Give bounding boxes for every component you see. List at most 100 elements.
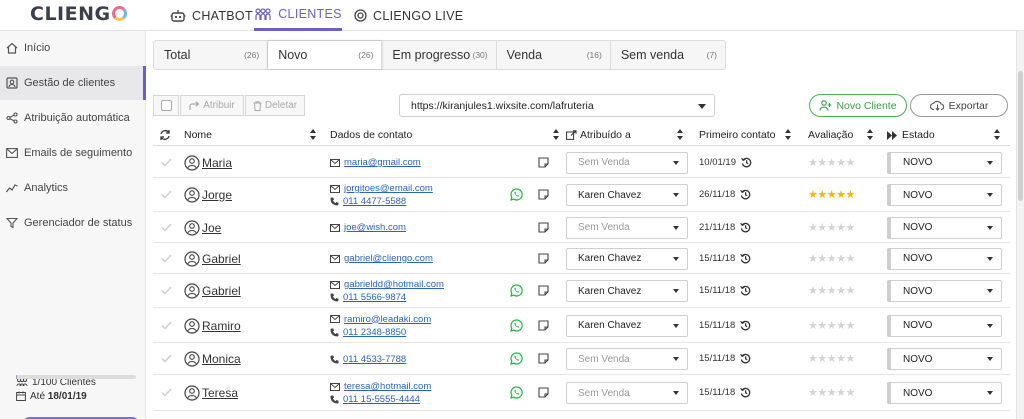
history-icon[interactable] xyxy=(741,157,752,168)
tab-em-progresso[interactable]: Em progresso (30) xyxy=(382,41,497,69)
tab-venda[interactable]: Venda (16) xyxy=(497,41,611,69)
star-icon[interactable]: ★ xyxy=(817,252,827,265)
select-all-checkbox[interactable] xyxy=(153,95,179,116)
star-icon[interactable]: ★ xyxy=(827,221,837,234)
star-icon[interactable]: ★ xyxy=(846,284,856,297)
star-icon[interactable]: ★ xyxy=(808,284,818,297)
email-line[interactable]: ramiro@leadaki.com xyxy=(330,313,431,326)
star-icon[interactable]: ★ xyxy=(846,252,856,265)
star-icon[interactable]: ★ xyxy=(808,319,818,332)
status-select[interactable]: NOVO xyxy=(887,280,1002,302)
phone-line[interactable]: 011 5566-9874 xyxy=(330,291,406,304)
star-icon[interactable]: ★ xyxy=(827,352,837,365)
client-name-link[interactable]: Jorge xyxy=(184,187,232,203)
scrollbar[interactable] xyxy=(1016,31,1024,419)
row-checkbox[interactable] xyxy=(161,157,172,167)
note-button[interactable] xyxy=(538,285,549,296)
note-icon[interactable] xyxy=(538,221,549,233)
star-icon[interactable]: ★ xyxy=(846,188,856,201)
phone-line[interactable]: 011 4533-7788 xyxy=(330,353,406,366)
star-icon[interactable]: ★ xyxy=(808,386,818,399)
nav-chatbot[interactable]: CHATBOT xyxy=(170,0,253,31)
history-icon[interactable] xyxy=(740,320,751,331)
whatsapp-icon[interactable] xyxy=(510,284,523,297)
rating-stars[interactable]: ★ ★ ★ ★ ★ xyxy=(808,221,855,234)
star-icon[interactable]: ★ xyxy=(817,352,827,365)
phone-line[interactable]: 011 4477-5588 xyxy=(330,195,406,208)
whatsapp-button[interactable] xyxy=(510,352,523,365)
star-icon[interactable]: ★ xyxy=(817,386,827,399)
table-row[interactable]: Teresa teresa@hotmail.com 011 15-5555-4444… xyxy=(153,375,1010,411)
rating-stars[interactable]: ★ ★ ★ ★ ★ xyxy=(808,284,855,297)
note-button[interactable] xyxy=(538,221,549,233)
status-select[interactable]: NOVO xyxy=(887,314,1002,337)
history-icon[interactable] xyxy=(740,353,751,364)
note-icon[interactable] xyxy=(538,387,549,398)
note-icon[interactable] xyxy=(538,252,549,264)
star-icon[interactable]: ★ xyxy=(836,156,846,169)
delete-button[interactable]: Deletar xyxy=(245,95,305,116)
sidebar-item-gestao-clientes[interactable]: Gestão de clientes xyxy=(0,66,146,100)
scrollbar-thumb[interactable] xyxy=(1018,71,1023,201)
header-status[interactable]: Estado xyxy=(887,124,935,146)
note-button[interactable] xyxy=(538,156,549,168)
status-select[interactable]: NOVO xyxy=(887,151,1002,174)
client-name-link[interactable]: Teresa xyxy=(184,385,238,401)
history-icon[interactable] xyxy=(740,285,751,296)
star-icon[interactable]: ★ xyxy=(808,156,818,169)
note-icon[interactable] xyxy=(538,353,549,364)
table-row[interactable]: Monica 011 4533-7788 Sem Venda 15/11/18 ★ ★ ★ ★… xyxy=(153,343,1010,375)
star-icon[interactable]: ★ xyxy=(827,156,837,169)
header-assigned[interactable]: Atribuído a xyxy=(566,124,631,146)
row-checkbox[interactable] xyxy=(161,190,172,199)
star-icon[interactable]: ★ xyxy=(836,319,846,332)
history-icon[interactable] xyxy=(740,189,751,200)
star-icon[interactable]: ★ xyxy=(846,156,856,169)
table-row[interactable]: Maria maria@gmail.com Sem Venda 10/01/19 ★ ★ ★… xyxy=(153,147,1010,178)
email-line[interactable]: gabriel@cliengo.com xyxy=(330,252,433,265)
row-checkbox[interactable] xyxy=(161,286,172,295)
sort-icon[interactable] xyxy=(867,129,873,140)
header-name[interactable]: Nome xyxy=(184,124,212,146)
assigned-select[interactable]: Sem Venda xyxy=(566,382,688,404)
sidebar-item-gerenciador-status[interactable]: Gerenciador de status xyxy=(0,206,146,240)
whatsapp-button[interactable] xyxy=(510,318,523,332)
note-icon[interactable] xyxy=(538,319,549,331)
history-icon[interactable] xyxy=(740,253,751,264)
whatsapp-button[interactable] xyxy=(510,386,523,399)
rating-stars[interactable]: ★ ★ ★ ★ ★ xyxy=(808,386,855,399)
star-icon[interactable]: ★ xyxy=(846,352,856,365)
table-row[interactable]: Gabriel gabrieldd@hotmail.com 011 5566-987… xyxy=(153,274,1010,308)
star-icon[interactable]: ★ xyxy=(836,352,846,365)
assigned-select[interactable]: Karen Chavez xyxy=(566,280,688,302)
whatsapp-icon[interactable] xyxy=(510,318,523,332)
star-icon[interactable]: ★ xyxy=(836,386,846,399)
email-line[interactable]: gabrieldd@hotmail.com xyxy=(330,278,444,291)
sidebar-item-emails[interactable]: Emails de seguimento xyxy=(0,136,146,170)
note-button[interactable] xyxy=(538,189,549,200)
whatsapp-button[interactable] xyxy=(510,188,523,201)
star-icon[interactable]: ★ xyxy=(836,188,846,201)
row-checkbox[interactable] xyxy=(161,354,172,363)
star-icon[interactable]: ★ xyxy=(827,252,837,265)
star-icon[interactable]: ★ xyxy=(827,188,837,201)
whatsapp-button[interactable] xyxy=(510,284,523,297)
table-row[interactable]: Gabriel gabriel@cliengo.com Karen Chavez 15… xyxy=(153,243,1010,274)
rating-stars[interactable]: ★ ★ ★ ★ ★ xyxy=(808,319,855,332)
star-icon[interactable]: ★ xyxy=(817,284,827,297)
star-icon[interactable]: ★ xyxy=(817,319,827,332)
assigned-select[interactable]: Sem Venda xyxy=(566,348,688,370)
sort-icon[interactable] xyxy=(677,129,683,140)
star-icon[interactable]: ★ xyxy=(827,319,837,332)
note-button[interactable] xyxy=(538,387,549,398)
note-icon[interactable] xyxy=(538,189,549,200)
rating-stars[interactable]: ★ ★ ★ ★ ★ xyxy=(808,188,855,201)
star-icon[interactable]: ★ xyxy=(846,319,856,332)
sidebar-item-inicio[interactable]: Início xyxy=(0,31,146,65)
star-icon[interactable]: ★ xyxy=(827,386,837,399)
star-icon[interactable]: ★ xyxy=(827,284,837,297)
tab-total[interactable]: Total (26) xyxy=(154,41,269,69)
table-row[interactable]: Joe joe@wish.com Sem Venda 21/11/18 ★ ★ ★ ★ ★ NOV… xyxy=(153,212,1010,243)
status-select[interactable]: NOVO xyxy=(887,348,1002,370)
email-line[interactable]: jorgitoes@email.com xyxy=(330,182,433,195)
